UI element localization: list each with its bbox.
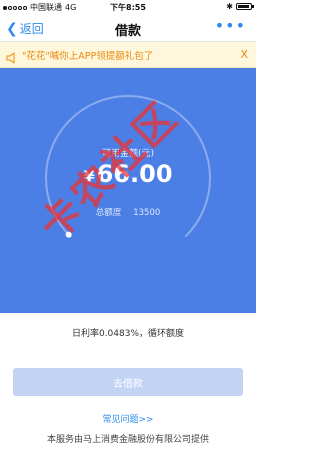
battery-icon — [236, 3, 254, 10]
notice-text: "花花"喊你上APP领提额礼包了 — [22, 50, 154, 62]
status-time: 下午8:55 — [110, 3, 146, 12]
interest-rate-text: 日利率0.0483%，循环额度 — [71, 329, 185, 339]
status-bar: 中国联通 4G 下午8:55 ✱ — [0, 0, 256, 14]
bluetooth-icon: ✱ — [226, 2, 233, 11]
notice-close-button[interactable]: X — [240, 48, 248, 61]
total-limit: 总额度 13500 — [0, 206, 256, 218]
available-amount: ¥66.00 — [0, 160, 256, 188]
available-amount-label: 可用金额(元) — [101, 149, 155, 159]
borrow-button[interactable]: 去借款 — [13, 368, 243, 396]
gauge-indicator-dot — [65, 231, 72, 238]
nav-bar: ❮ 返回 借款 ••• — [0, 14, 256, 42]
more-menu-button[interactable]: ••• — [215, 16, 246, 35]
notice-banner[interactable]: "花花"喊你上APP领提额礼包了 X — [0, 42, 256, 68]
faq-link[interactable]: 常见问题>> — [0, 412, 256, 425]
speaker-icon — [6, 49, 18, 64]
credit-gauge — [45, 94, 211, 238]
currency-symbol: ¥ — [83, 167, 95, 186]
available-amount-value: 66.00 — [96, 160, 173, 188]
total-limit-label: 总额度 — [95, 208, 122, 218]
status-right: ✱ — [226, 2, 254, 11]
credit-hero-panel: 可用金额(元) ¥66.00 总额度 13500 — [0, 68, 256, 313]
total-limit-value: 13500 — [133, 208, 161, 218]
provider-footer: 本服务由马上消费金融股份有限公司提供 — [46, 435, 209, 445]
